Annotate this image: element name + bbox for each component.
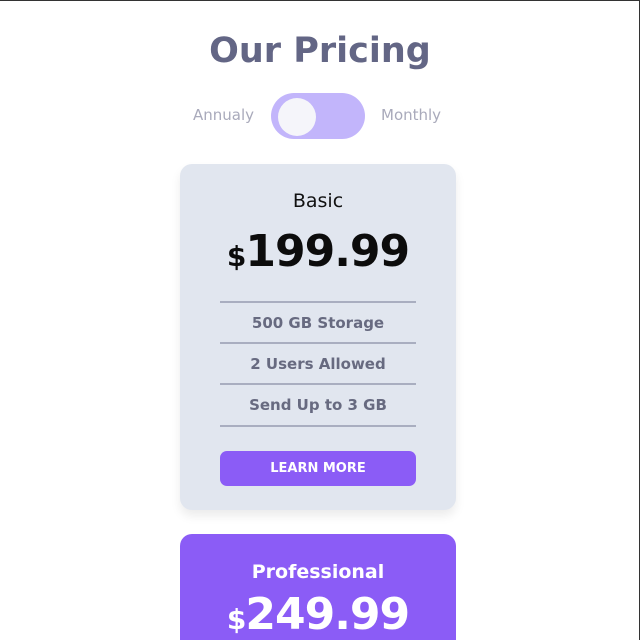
billing-toggle-row: Annualy Monthly [0,93,640,139]
plan-price: $249.99 [226,589,410,640]
divider [220,425,416,427]
pricing-card-basic: Basic $199.99 500 GB Storage 2 Users All… [180,164,456,510]
feature-item: 2 Users Allowed [220,342,416,383]
learn-more-button[interactable]: LEARN MORE [220,451,416,486]
billing-toggle[interactable] [271,93,365,139]
plan-name: Professional [251,561,385,583]
plan-price: $199.99 [226,226,410,277]
feature-item: 500 GB Storage [220,301,416,342]
pricing-card-professional: Professional $249.99 [180,534,456,640]
annually-label[interactable]: Annualy [193,106,254,124]
monthly-label[interactable]: Monthly [381,106,441,124]
feature-item: Send Up to 3 GB [220,383,416,424]
page-title: Our Pricing [209,31,431,71]
toggle-knob[interactable] [278,98,316,136]
plan-name: Basic [292,190,344,212]
